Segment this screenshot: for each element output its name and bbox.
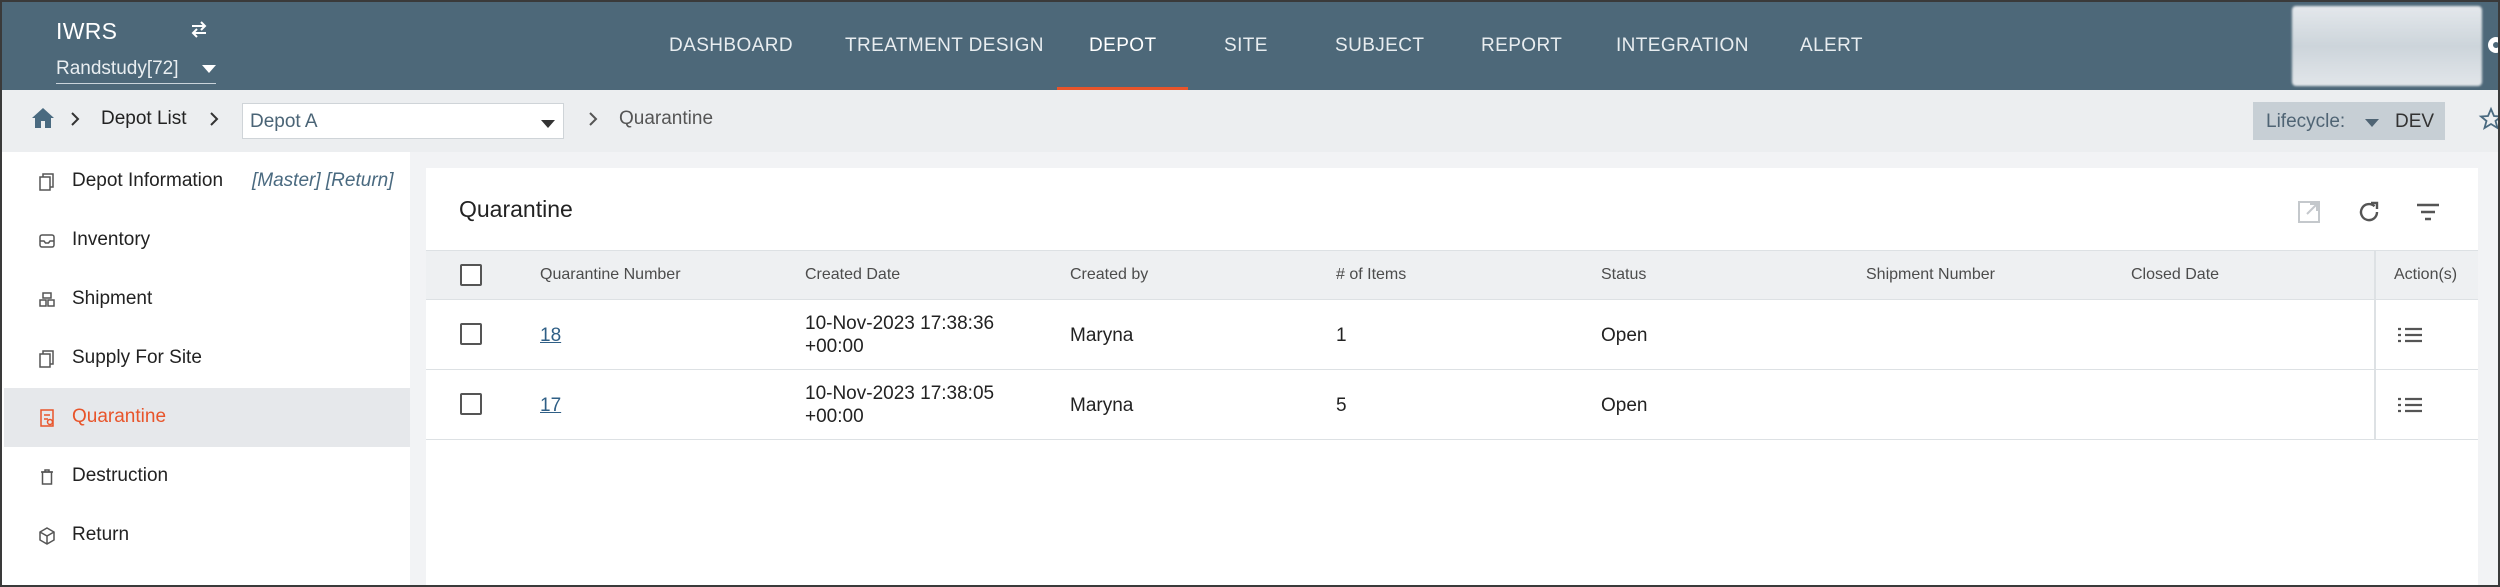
depot-select-value: Depot A [250,111,318,132]
column-header[interactable]: Shipment Number [1866,266,1995,284]
nav-alert[interactable]: ALERT [1800,2,1863,90]
sidebar-item-shipment[interactable]: Shipment [4,270,410,329]
sidebar-item-label: Supply For Site [72,347,202,368]
nav-subject[interactable]: SUBJECT [1335,2,1424,90]
nav-depot[interactable]: DEPOT [1056,2,1190,90]
nav-integration[interactable]: INTEGRATION [1616,2,1749,90]
row-checkbox[interactable] [460,393,482,415]
column-header[interactable]: Quarantine Number [540,266,681,284]
nav-report[interactable]: REPORT [1481,2,1562,90]
created-date-offset: +00:00 [805,336,864,357]
select-all-checkbox[interactable] [460,264,482,286]
column-header[interactable]: Status [1601,266,1646,284]
sidebar-item-destruction[interactable]: Destruction [4,447,410,506]
sidebar-item-return[interactable]: Return [4,506,410,565]
column-header: Action(s) [2394,266,2458,283]
lifecycle-value: DEV [2395,111,2435,132]
sidebar-item-quarantine[interactable]: Quarantine [4,388,410,447]
depot-sidebar: Depot Information [Master] [Return] Inve… [2,152,410,585]
item-count: 5 [1336,395,1347,416]
gear-icon[interactable] [2480,30,2500,60]
quarantine-panel: Quarantine Quarantine Number Created Dat… [426,168,2478,585]
breadcrumb-depot-list[interactable]: Depot List [101,108,187,130]
column-header[interactable]: Created by [1070,266,1148,284]
chevron-down-icon [202,65,216,73]
status: Open [1601,395,1648,416]
actions-list-icon[interactable] [2396,395,2424,415]
depot-type-tag: [Master] [Return] [252,170,394,191]
sidebar-item-depot-information[interactable]: Depot Information [Master] [Return] [4,152,410,211]
app-title: IWRS [56,18,118,44]
refresh-icon[interactable] [2355,198,2383,226]
sidebar-item-label: Return [72,524,130,545]
top-nav-bar: IWRS Randstudy[72] DASHBOARD TREATMENT D… [2,2,2498,90]
breadcrumb: Depot List Depot A Quarantine Lifecycle:… [2,90,2498,152]
item-count: 1 [1336,325,1347,346]
chevron-down-icon [2365,119,2379,127]
created-by: Maryna [1070,395,1134,416]
created-date: 10-Nov-2023 17:38:36 [805,313,995,334]
breadcrumb-current: Quarantine [619,108,714,129]
study-selector[interactable]: Randstudy[72] [56,58,216,84]
created-date-offset: +00:00 [805,406,864,427]
app-window: IWRS Randstudy[72] DASHBOARD TREATMENT D… [0,0,2500,587]
nav-site[interactable]: SITE [1224,2,1268,90]
document-icon [39,173,54,191]
lifecycle-selector[interactable]: Lifecycle: DEV [2253,102,2445,140]
copy-icon [39,350,54,368]
status: Open [1601,325,1648,346]
filter-icon[interactable] [2414,198,2442,226]
switch-study-icon[interactable] [188,18,210,40]
chevron-right-icon [71,112,80,126]
row-checkbox[interactable] [460,323,482,345]
chevron-down-icon [541,120,555,128]
table-row: 17 10-Nov-2023 17:38:05 +00:00 Maryna 5 … [426,370,2478,440]
star-icon[interactable] [2478,106,2500,132]
actions-column-divider [2374,250,2376,440]
study-selector-value: Randstudy[72] [56,58,179,79]
inbox-icon [39,234,55,248]
nav-treatment-design[interactable]: TREATMENT DESIGN [845,2,1044,90]
sidebar-item-label: Quarantine [72,406,167,427]
quarantine-icon [40,409,54,427]
quarantine-number-link[interactable]: 17 [540,394,561,417]
sidebar-item-label: Inventory [72,229,151,250]
created-by: Maryna [1070,325,1134,346]
chevron-right-icon [589,112,598,126]
box-icon [39,527,55,545]
column-header[interactable]: Created Date [805,266,900,284]
sidebar-item-supply-for-site[interactable]: Supply For Site [4,329,410,388]
chevron-right-icon [210,112,219,126]
lifecycle-label: Lifecycle: [2266,111,2346,132]
column-header[interactable]: # of Items [1336,266,1406,284]
sidebar-item-label: Shipment [72,288,153,309]
table-row: 18 10-Nov-2023 17:38:36 +00:00 Maryna 1 … [426,300,2478,370]
quarantine-number-link[interactable]: 18 [540,324,561,347]
nav-dashboard[interactable]: DASHBOARD [669,2,793,90]
home-icon[interactable] [30,106,56,130]
shipment-icon [39,292,55,307]
column-header[interactable]: Closed Date [2131,266,2219,284]
sidebar-item-label: Destruction [72,465,169,486]
user-avatar-area[interactable] [2292,6,2482,86]
sidebar-item-inventory[interactable]: Inventory [4,211,410,270]
open-external-icon[interactable] [2295,198,2323,226]
created-date: 10-Nov-2023 17:38:05 [805,383,995,404]
sidebar-item-label: Depot Information [72,170,224,191]
table-header: Quarantine Number Created Date Created b… [426,250,2478,300]
page-title: Quarantine [459,196,573,222]
trash-icon [41,469,53,485]
actions-list-icon[interactable] [2396,325,2424,345]
depot-select[interactable]: Depot A [242,103,564,139]
